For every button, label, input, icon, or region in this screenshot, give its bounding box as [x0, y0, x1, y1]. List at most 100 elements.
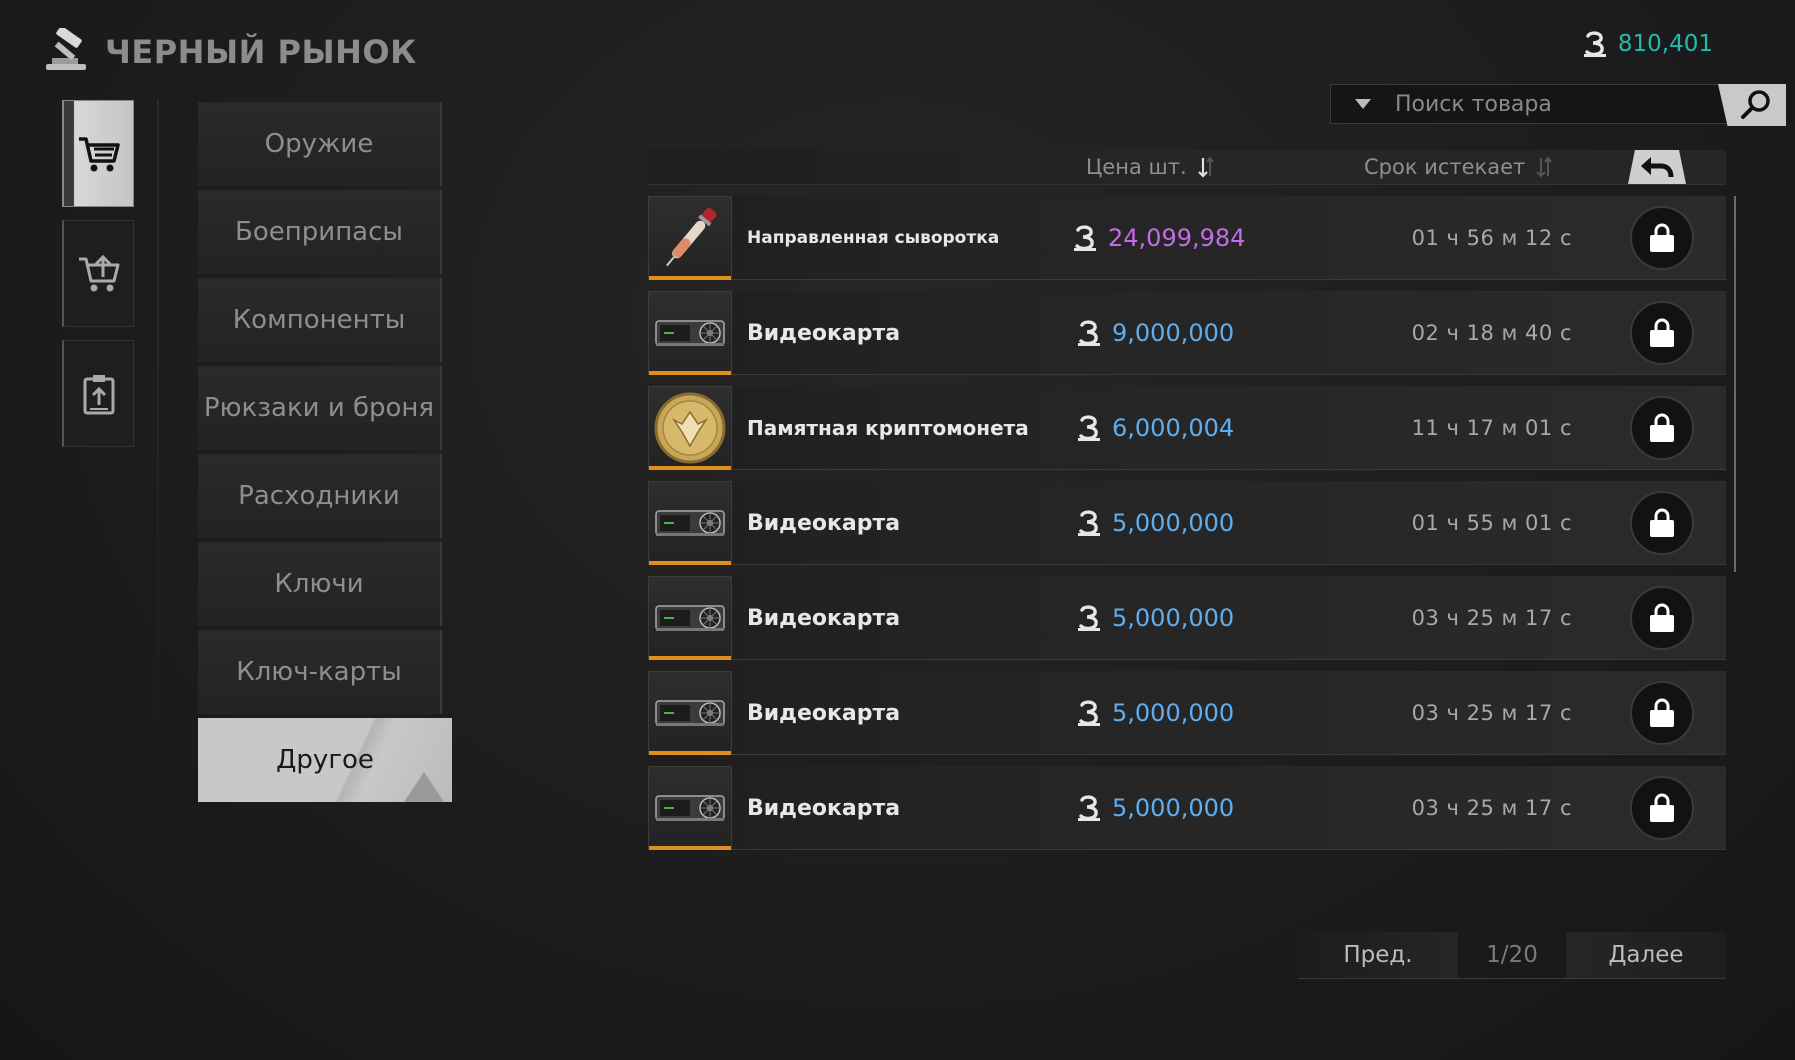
category-weapons[interactable]: Оружие [198, 102, 442, 186]
dropdown-arrow-icon[interactable] [1355, 99, 1371, 109]
shopping-bag-icon [1647, 412, 1677, 444]
currency-icon [1076, 414, 1102, 442]
currency-icon [1076, 509, 1102, 537]
category-backpacks-armor[interactable]: Рюкзаки и броня [198, 366, 442, 450]
expires-value: 03 ч 25 м 17 с [1411, 701, 1572, 725]
expires-value: 02 ч 18 м 40 с [1411, 321, 1572, 345]
category-keycards[interactable]: Ключ-карты [198, 630, 442, 714]
search-icon [1741, 90, 1770, 119]
back-arrow-icon [1641, 157, 1674, 178]
rail-sell-button[interactable] [62, 220, 134, 327]
item-price: 5,000,000 [1076, 671, 1234, 755]
price-value: 9,000,000 [1112, 319, 1235, 347]
table-row[interactable]: Видеокарта 5,000,000 03 ч 25 м 17 с [648, 766, 1726, 850]
sort-icon [1536, 156, 1553, 178]
shopping-bag-icon [1647, 317, 1677, 349]
item-thumbnail [648, 481, 732, 565]
category-components[interactable]: Компоненты [198, 278, 442, 362]
category-ammo[interactable]: Боеприпасы [198, 190, 442, 274]
item-name: Направленная сыворотка [747, 228, 1000, 248]
back-button[interactable] [1628, 150, 1686, 184]
item-price: 9,000,000 [1076, 291, 1234, 375]
price-value: 5,000,000 [1112, 699, 1235, 727]
table-row[interactable]: Памятная криптомонета 6,000,004 11 ч 17 … [648, 386, 1726, 470]
category-other[interactable]: Другое [198, 718, 452, 802]
expires-value: 03 ч 25 м 17 с [1411, 796, 1572, 820]
category-keys[interactable]: Ключи [198, 542, 442, 626]
item-name: Видеокарта [747, 320, 901, 346]
gpu-icon [652, 485, 728, 561]
cart-icon [78, 136, 120, 171]
price-value: 5,000,000 [1112, 794, 1235, 822]
sort-expires-header[interactable]: Срок истекает [1364, 154, 1553, 180]
shopping-bag-icon [1647, 602, 1677, 634]
item-name: Видеокарта [747, 795, 901, 821]
item-name: Видеокарта [747, 510, 901, 536]
item-name: Памятная криптомонета [747, 416, 1029, 440]
balance-display: 810,401 [1582, 26, 1713, 62]
mode-rail [62, 100, 134, 460]
expires-header-label: Срок истекает [1364, 155, 1526, 179]
buy-button[interactable] [1630, 681, 1694, 745]
item-thumbnail [648, 386, 732, 470]
buy-button[interactable] [1630, 301, 1694, 365]
next-page-button[interactable]: Далее [1566, 932, 1726, 978]
item-price: 5,000,000 [1076, 481, 1234, 565]
item-thumbnail [648, 576, 732, 660]
item-price: 6,000,004 [1076, 386, 1234, 470]
prev-page-button[interactable]: Пред. [1298, 932, 1458, 978]
gpu-icon [652, 770, 728, 846]
gpu-icon [652, 580, 728, 656]
buy-button[interactable] [1630, 586, 1694, 650]
table-row[interactable]: Видеокарта 5,000,000 03 ч 25 м 17 с [648, 671, 1726, 755]
currency-icon [1076, 319, 1102, 347]
rail-buy-button[interactable] [62, 100, 134, 207]
currency-icon [1076, 794, 1102, 822]
rail-orders-button[interactable] [62, 340, 134, 447]
shopping-bag-icon [1647, 507, 1677, 539]
clipboard-icon [83, 374, 114, 414]
table-row[interactable]: Направленная сыворотка 24,099,984 01 ч 5… [648, 196, 1726, 280]
shopping-bag-icon [1647, 697, 1677, 729]
table-header: Цена шт. Срок истекает [648, 150, 1726, 185]
gpu-icon [652, 675, 728, 751]
page-indicator: 1/20 [1458, 932, 1566, 978]
search-bar [1330, 84, 1785, 124]
shopping-bag-icon [1647, 222, 1677, 254]
gpu-icon [652, 295, 728, 371]
shopping-bag-icon [1647, 792, 1677, 824]
expires-value: 01 ч 56 м 12 с [1411, 226, 1572, 250]
serum-icon [666, 207, 717, 267]
scrollbar[interactable] [1734, 196, 1736, 572]
coin-icon [654, 392, 726, 464]
buy-button[interactable] [1630, 396, 1694, 460]
buy-button[interactable] [1630, 776, 1694, 840]
expires-value: 03 ч 25 м 17 с [1411, 606, 1572, 630]
item-thumbnail [648, 766, 732, 850]
sort-price-header[interactable]: Цена шт. [1086, 154, 1215, 180]
buy-button[interactable] [1630, 206, 1694, 270]
search-button[interactable] [1718, 84, 1786, 126]
search-input[interactable] [1393, 90, 1717, 118]
price-value: 5,000,000 [1112, 509, 1235, 537]
item-thumbnail [648, 291, 732, 375]
item-thumbnail [648, 671, 732, 755]
item-name: Видеокарта [747, 605, 901, 631]
item-thumbnail [648, 196, 732, 280]
table-row[interactable]: Видеокарта 5,000,000 01 ч 55 м 01 с [648, 481, 1726, 565]
category-consumables[interactable]: Расходники [198, 454, 442, 538]
pagination: Пред. 1/20 Далее [1298, 932, 1726, 979]
item-price: 24,099,984 [1072, 196, 1245, 280]
currency-icon [1582, 30, 1608, 58]
price-header-label: Цена шт. [1086, 155, 1187, 179]
item-price: 5,000,000 [1076, 576, 1234, 660]
expires-value: 01 ч 55 м 01 с [1411, 511, 1572, 535]
balance-value: 810,401 [1617, 31, 1713, 57]
table-row[interactable]: Видеокарта 5,000,000 03 ч 25 м 17 с [648, 576, 1726, 660]
sort-desc-icon [1197, 156, 1214, 178]
table-row[interactable]: Видеокарта 9,000,000 02 ч 18 м 40 с [648, 291, 1726, 375]
buy-button[interactable] [1630, 491, 1694, 555]
gavel-logo-icon [42, 26, 94, 72]
divider [157, 100, 159, 760]
cart-upload-icon [78, 254, 119, 291]
